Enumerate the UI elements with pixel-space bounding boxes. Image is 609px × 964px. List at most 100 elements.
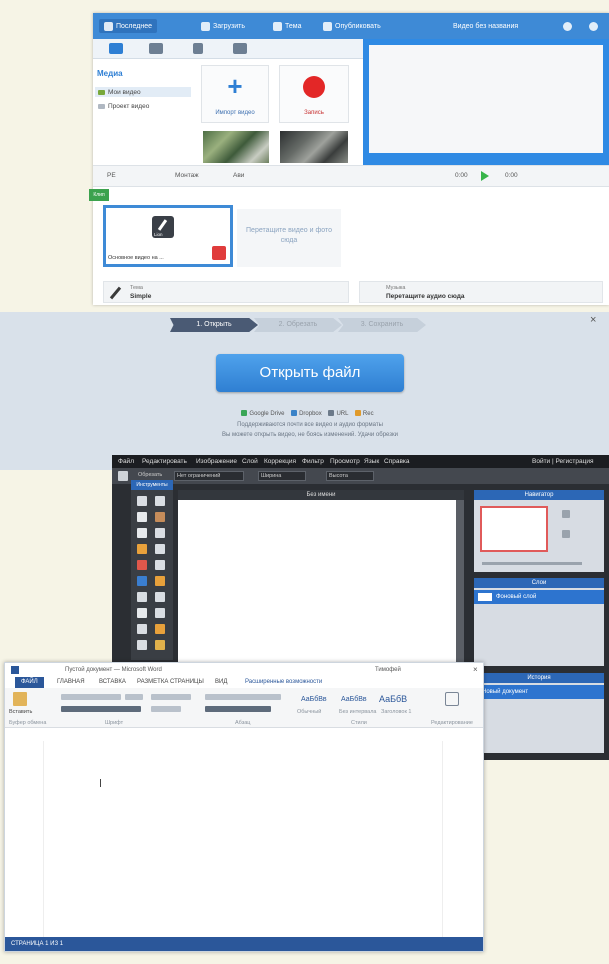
source-rec[interactable]: Rec (363, 411, 374, 417)
fill-tool-icon[interactable] (137, 576, 147, 586)
drop-zone[interactable]: Перетащите видео и фото сюда (237, 209, 341, 267)
eyedropper-tool-icon[interactable] (137, 624, 147, 634)
zoom-slider[interactable] (482, 562, 582, 565)
heal-tool-icon[interactable] (155, 560, 165, 570)
list-buttons[interactable] (205, 694, 281, 700)
settings-button[interactable] (589, 20, 598, 33)
sponge-tool-icon[interactable] (137, 608, 147, 618)
trash-icon[interactable] (212, 246, 226, 260)
pointer-tool-icon[interactable] (155, 496, 165, 506)
tab-music[interactable] (193, 43, 203, 54)
shape-tool-icon[interactable] (155, 608, 165, 618)
zoom-out-icon[interactable] (562, 530, 570, 538)
marquee-tool-icon[interactable] (137, 512, 147, 522)
recent-button[interactable]: Последнее (99, 19, 157, 33)
blur-tool-icon[interactable] (137, 592, 147, 602)
hand-tool-icon[interactable] (155, 624, 165, 634)
upload-button[interactable]: Загрузить (201, 20, 245, 33)
menu-view[interactable]: Просмотр (330, 458, 360, 465)
height-field[interactable]: Высота (326, 471, 374, 481)
step-trim[interactable]: 2. Обрезать (254, 318, 342, 332)
tab-extras[interactable]: Расширенные возможности (245, 679, 322, 685)
menu-image[interactable]: Изображение (196, 458, 237, 465)
open-file-button[interactable]: Открыть файл (216, 354, 404, 392)
music-bar[interactable]: Музыка Перетащите аудио сюда (359, 281, 603, 303)
menu-language[interactable]: Язык (364, 458, 379, 465)
close-icon[interactable]: × (590, 314, 596, 326)
width-field[interactable]: Ширина (258, 471, 306, 481)
tab-insert[interactable]: ВСТАВКА (99, 679, 126, 685)
tab-transitions[interactable] (149, 43, 163, 54)
menu-layer[interactable]: Слой (242, 458, 258, 465)
menu-help[interactable]: Справка (384, 458, 410, 465)
image-canvas[interactable] (178, 500, 456, 670)
source-google-drive[interactable]: Google Drive (249, 411, 284, 417)
zoom-tool-icon[interactable] (137, 640, 147, 650)
menu-filter[interactable]: Фильтр (302, 458, 324, 465)
menu-edit[interactable]: Редактировать (142, 458, 187, 465)
align-buttons[interactable] (205, 706, 271, 712)
style-no-spacing[interactable]: АаБбВв (341, 696, 367, 703)
text-tool-icon[interactable] (155, 592, 165, 602)
style-normal[interactable]: АаБбВв (301, 696, 327, 703)
font-grow-buttons[interactable] (151, 694, 191, 700)
play-icon[interactable] (481, 171, 489, 181)
navigator-panel (474, 500, 604, 572)
crop-icon[interactable] (118, 471, 128, 481)
folder-icon (98, 103, 105, 109)
close-icon[interactable]: × (473, 665, 478, 674)
ctl-label-3[interactable]: Ави (233, 172, 244, 179)
edit-icon[interactable] (445, 692, 459, 706)
video-thumbnail-1[interactable] (203, 131, 269, 163)
style-heading[interactable]: АаБбВ (379, 694, 407, 704)
clone-tool-icon[interactable] (137, 560, 147, 570)
tab-layout[interactable]: РАЗМЕТКА СТРАНИЦЫ (137, 679, 204, 685)
ctl-label-2[interactable]: Монтаж (175, 172, 199, 179)
tab-text[interactable] (233, 43, 247, 54)
import-video-tile[interactable]: + Импорт видео (201, 65, 269, 123)
brush-tool-icon[interactable] (137, 544, 147, 554)
font-size-select[interactable] (125, 694, 143, 700)
tab-file[interactable]: ФАЙЛ (15, 677, 44, 688)
paste-icon[interactable] (13, 692, 27, 706)
video-thumbnail-2[interactable] (280, 131, 348, 163)
ctl-label-1[interactable]: РЕ (107, 172, 116, 179)
lasso-tool-icon[interactable] (155, 512, 165, 522)
record-video-tile[interactable]: Запись (279, 65, 349, 123)
document-page[interactable] (43, 741, 443, 937)
tab-view[interactable]: ВИД (215, 679, 227, 685)
constraint-select[interactable]: Нет ограничений (174, 471, 244, 481)
font-color-buttons[interactable] (151, 706, 181, 712)
move-tool-icon[interactable] (137, 496, 147, 506)
step-save[interactable]: 3. Сохранить (338, 318, 426, 332)
login-link[interactable]: Войти | Регистрация (532, 458, 594, 465)
eraser-tool-icon[interactable] (155, 544, 165, 554)
canvas-scrollbar[interactable] (456, 500, 464, 670)
google-drive-icon (241, 410, 248, 416)
source-dropbox[interactable]: Dropbox (299, 411, 322, 417)
zoom-in-icon[interactable] (562, 510, 570, 518)
history-item[interactable]: Новый документ (474, 685, 604, 699)
project-menu[interactable]: Видео без названия (453, 20, 518, 33)
publish-button[interactable]: Опубликовать (323, 20, 381, 33)
font-format-buttons[interactable] (61, 706, 141, 712)
navigator-thumbnail[interactable] (480, 506, 548, 552)
layer-row[interactable]: Фоновый слой (474, 590, 604, 604)
sidebar-item-my-videos[interactable]: Мои видео (95, 87, 191, 97)
wand-tool-icon[interactable] (137, 528, 147, 538)
gradient-tool-icon[interactable] (155, 576, 165, 586)
theme-bar[interactable]: Тема Simple (103, 281, 349, 303)
tab-media[interactable] (109, 43, 123, 54)
sidebar-item-project-videos[interactable]: Проект видео (95, 101, 191, 111)
timeline-clip[interactable]: Lion Основное видео на ... (103, 205, 233, 267)
cloud-button[interactable] (563, 20, 572, 33)
step-open[interactable]: 1. Открыть (170, 318, 258, 332)
tab-home[interactable]: ГЛАВНАЯ (57, 679, 85, 685)
source-url[interactable]: URL (336, 411, 348, 417)
pencil-tool-icon[interactable] (155, 528, 165, 538)
color-swatch-icon[interactable] (155, 640, 165, 650)
font-name-select[interactable] (61, 694, 121, 700)
menu-adjust[interactable]: Коррекция (264, 458, 296, 465)
theme-button[interactable]: Тема (273, 20, 301, 33)
menu-file[interactable]: Файл (118, 458, 134, 465)
